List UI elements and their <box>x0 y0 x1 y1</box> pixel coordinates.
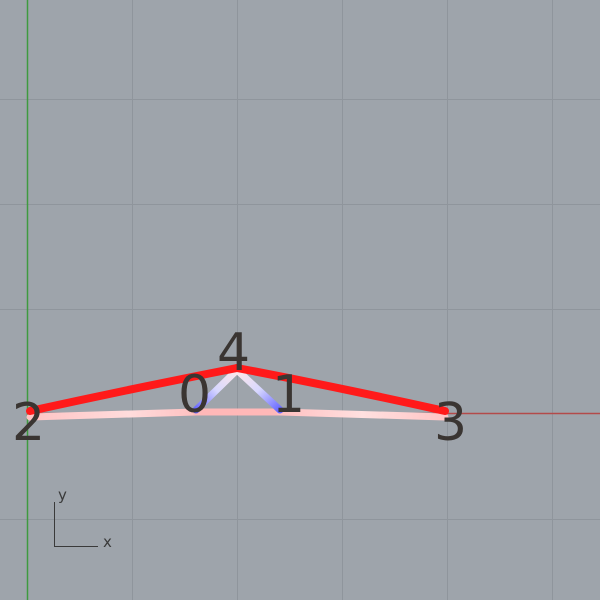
viewport-canvas[interactable]: 2 0 4 1 3 y x <box>0 0 600 600</box>
node-labels: 2 0 4 1 3 <box>12 323 467 453</box>
axis-gizmo: y x <box>54 486 112 551</box>
gizmo-y-label: y <box>58 486 67 504</box>
node-label-0: 0 <box>178 365 211 425</box>
node-label-3: 3 <box>434 393 467 453</box>
node-label-1: 1 <box>272 365 305 425</box>
node-label-4: 4 <box>217 323 250 383</box>
3d-viewport[interactable]: 2 0 4 1 3 y x <box>0 0 600 600</box>
grid <box>0 0 600 600</box>
member-4-3[interactable] <box>233 364 449 415</box>
node-label-2: 2 <box>12 393 45 453</box>
member-2-0[interactable] <box>26 408 200 421</box>
gizmo-x-label: x <box>103 533 112 551</box>
